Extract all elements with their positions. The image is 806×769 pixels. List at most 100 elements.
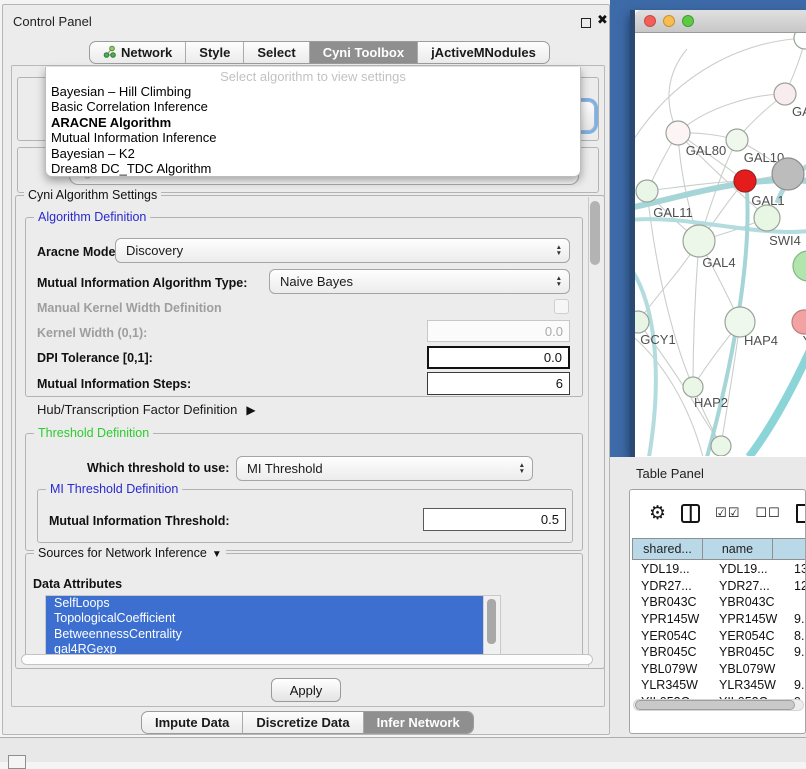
- deselect-all-checkboxes-icon[interactable]: ☐☐: [755, 505, 780, 521]
- network-node-label: GCY1: [640, 332, 675, 347]
- gear-icon[interactable]: ⚙: [649, 504, 666, 523]
- tab-network[interactable]: Network: [90, 42, 186, 63]
- table-cell: 8.: [788, 629, 806, 643]
- network-node[interactable]: [636, 180, 658, 202]
- columns-icon[interactable]: [681, 504, 700, 523]
- mi-type-select[interactable]: Naive Bayes ▲▼: [269, 269, 570, 294]
- which-threshold-select[interactable]: MI Threshold ▲▼: [236, 456, 533, 481]
- table-body: YDL19...YDL19...13YDR27...YDR27...12YBR0…: [632, 561, 806, 710]
- column-header[interactable]: shared...: [632, 538, 703, 560]
- table-cell: YBL079W: [710, 662, 788, 676]
- algorithm-option[interactable]: Basic Correlation Inference: [46, 99, 580, 114]
- hub-definition-label: Hub/Transcription Factor Definition: [37, 402, 237, 417]
- status-strip: [0, 737, 806, 762]
- data-attribute-item[interactable]: SelfLoops: [46, 596, 483, 611]
- apply-button[interactable]: Apply: [271, 678, 341, 702]
- column-header[interactable]: name: [702, 538, 773, 560]
- tab-style[interactable]: Style: [186, 42, 244, 63]
- tab-infer-network[interactable]: Infer Network: [364, 712, 473, 733]
- table-cell: YPR145W: [710, 612, 788, 626]
- table-row[interactable]: YDL19...YDL19...13: [632, 561, 806, 578]
- algorithm-option[interactable]: Dream8 DC_TDC Algorithm: [46, 161, 580, 176]
- algorithm-option[interactable]: Bayesian – Hill Climbing: [46, 84, 580, 99]
- network-node-label: GAL: [792, 104, 806, 119]
- table-cell: YLR345W: [632, 678, 710, 692]
- table-row[interactable]: YPR145WYPR145W9.: [632, 611, 806, 628]
- network-canvas[interactable]: GALGAL80GAL10GAL1GAL11SWI4GAL4GCY1HAP4YH…: [635, 33, 806, 456]
- expanded-arrow-icon: ▼: [212, 549, 222, 560]
- aracne-mode-select[interactable]: Discovery ▲▼: [115, 238, 570, 263]
- mi-threshold-value: 0.5: [541, 512, 559, 527]
- float-window-icon[interactable]: [581, 18, 591, 28]
- network-node[interactable]: [683, 225, 715, 257]
- dpi-tolerance-field[interactable]: 0.0: [427, 346, 570, 369]
- zoom-traffic-light[interactable]: [682, 15, 694, 27]
- grid-mini-icon[interactable]: [8, 755, 26, 769]
- algorithm-option[interactable]: Bayesian – K2: [46, 146, 580, 161]
- network-node[interactable]: [683, 377, 703, 397]
- collapsed-arrow-icon: ▶: [246, 403, 255, 417]
- data-attributes-list: SelfLoopsTopologicalCoefficientBetweenne…: [45, 595, 501, 656]
- tab-cyni-toolbox[interactable]: Cyni Toolbox: [310, 42, 418, 63]
- settings-scrollbar-track[interactable]: [588, 197, 603, 667]
- algorithm-definition-title: Algorithm Definition: [34, 210, 150, 224]
- network-node[interactable]: [726, 129, 748, 151]
- data-attribute-item[interactable]: BetweennessCentrality: [46, 627, 483, 642]
- data-attribute-item[interactable]: TopologicalCoefficient: [46, 611, 483, 626]
- manual-kernel-checkbox[interactable]: [554, 299, 569, 314]
- tab-discretize-data[interactable]: Discretize Data: [243, 712, 363, 733]
- table-horizontal-scrollbar-thumb[interactable]: [635, 700, 795, 710]
- network-node[interactable]: [666, 121, 690, 145]
- table-row[interactable]: YDR27...YDR27...12: [632, 578, 806, 595]
- close-traffic-light[interactable]: [644, 15, 656, 27]
- table-row[interactable]: YBL079WYBL079W: [632, 661, 806, 678]
- network-node[interactable]: [635, 311, 649, 333]
- algorithm-prompt: Select algorithm to view settings: [46, 67, 580, 84]
- algorithm-option[interactable]: ARACNE Algorithm: [46, 115, 580, 130]
- network-node[interactable]: [734, 170, 756, 192]
- sources-group-title[interactable]: Sources for Network Inference▼: [34, 546, 226, 560]
- hub-definition-toggle[interactable]: Hub/Transcription Factor Definition ▶: [37, 402, 256, 417]
- tab-jactivemnodules[interactable]: jActiveMNodules: [418, 42, 549, 63]
- table-cell: YDL19...: [710, 562, 788, 576]
- tab-label: jActiveMNodules: [431, 45, 536, 60]
- algorithm-option[interactable]: Mutual Information Inference: [46, 130, 580, 145]
- network-node[interactable]: [772, 158, 804, 190]
- attributes-scrollbar-thumb[interactable]: [487, 599, 496, 644]
- network-window-titlebar[interactable]: [635, 10, 806, 33]
- tab-label: Cyni Toolbox: [323, 45, 404, 60]
- table-cell: YBR043C: [710, 595, 788, 609]
- mi-threshold-group-title: MI Threshold Definition: [46, 482, 182, 496]
- mi-steps-field[interactable]: 6: [427, 372, 570, 395]
- tab-impute-data[interactable]: Impute Data: [142, 712, 243, 733]
- aracne-mode-value: Discovery: [126, 243, 183, 258]
- table-row[interactable]: YLR345WYLR345W9.: [632, 677, 806, 694]
- table-cell: YBL079W: [632, 662, 710, 676]
- network-node[interactable]: [794, 33, 806, 49]
- network-node[interactable]: [792, 310, 806, 334]
- network-node[interactable]: [774, 83, 796, 105]
- document-icon[interactable]: [796, 504, 806, 523]
- mi-threshold-field[interactable]: 0.5: [423, 508, 566, 531]
- network-node[interactable]: [754, 205, 780, 231]
- network-node[interactable]: [711, 436, 731, 456]
- network-node[interactable]: [793, 251, 806, 281]
- table-panel: ⚙ ☑☑ ☐☐ shared... name YDL19...YDL19...1…: [629, 489, 806, 734]
- tab-label: Style: [199, 45, 230, 60]
- select-all-checkboxes-icon[interactable]: ☑☑: [715, 505, 740, 521]
- tab-label: Network: [121, 45, 172, 60]
- table-header: shared... name: [632, 538, 806, 560]
- network-node-label: HAP4: [744, 333, 778, 348]
- kernel-width-field[interactable]: 0.0: [427, 320, 570, 342]
- settings-scrollbar-thumb[interactable]: [590, 201, 600, 265]
- column-header[interactable]: [772, 538, 806, 560]
- table-row[interactable]: YBR045CYBR045C9.: [632, 644, 806, 661]
- table-cell: YER054C: [632, 629, 710, 643]
- settings-horizontal-scrollbar[interactable]: [21, 654, 593, 665]
- table-row[interactable]: YBR043CYBR043C: [632, 594, 806, 611]
- threshold-definition-title: Threshold Definition: [34, 426, 153, 440]
- close-icon[interactable]: ✖: [597, 12, 608, 28]
- tab-select[interactable]: Select: [244, 42, 309, 63]
- table-row[interactable]: YER054CYER054C8.: [632, 627, 806, 644]
- minimize-traffic-light[interactable]: [663, 15, 675, 27]
